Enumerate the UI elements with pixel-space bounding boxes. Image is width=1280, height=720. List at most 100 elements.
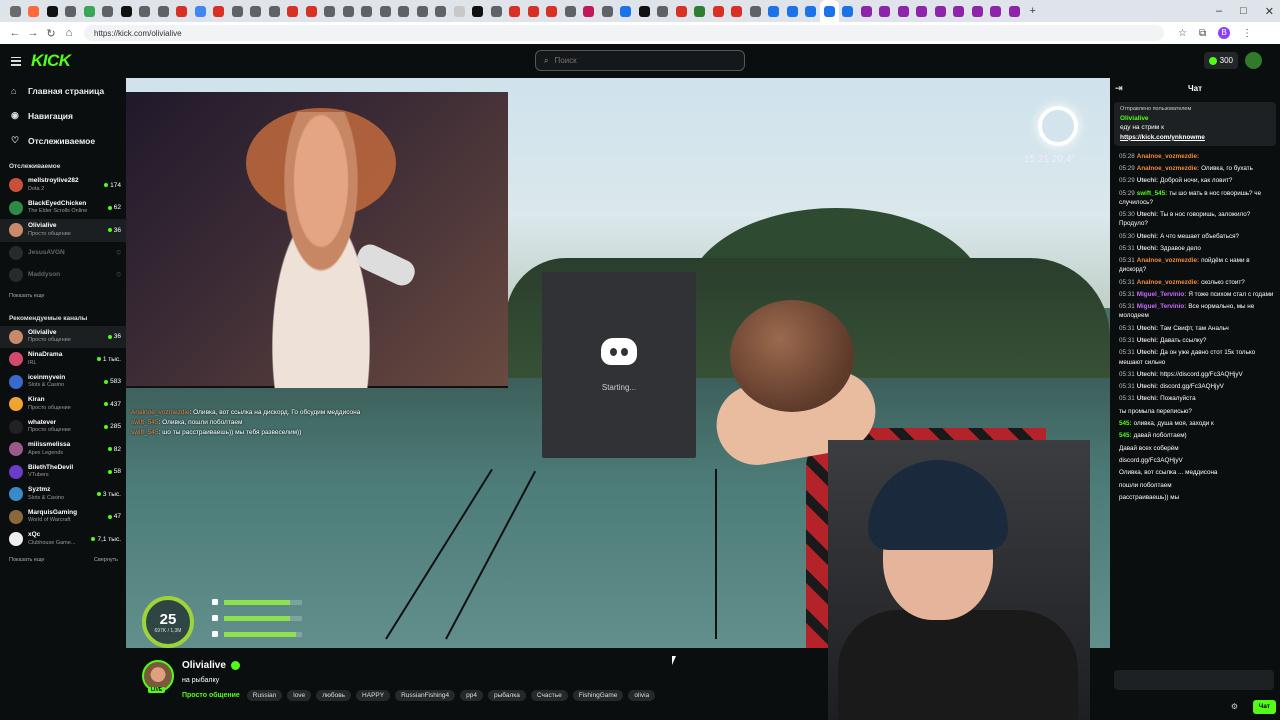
address-bar[interactable]: https://kick.com/olivialive — [84, 25, 1164, 41]
chat-username[interactable]: Utechi: — [1137, 325, 1158, 332]
chat-username[interactable]: swift_545: — [1137, 190, 1167, 197]
maximize-icon[interactable]: □ — [1240, 5, 1247, 17]
chat-username[interactable]: Utechi: — [1137, 233, 1158, 240]
home-browser-icon[interactable]: ⌂ — [60, 27, 78, 39]
browser-tab[interactable] — [894, 0, 913, 22]
channel-item[interactable]: Syztmz Slots & Casino 3 тыс. — [0, 483, 126, 506]
browser-tab[interactable] — [1005, 0, 1024, 22]
browser-tab[interactable] — [413, 0, 432, 22]
stream-tag[interactable]: pp4 — [460, 690, 484, 701]
channel-item[interactable]: Kiran Просто общение 437 — [0, 393, 126, 416]
browser-tab[interactable] — [265, 0, 284, 22]
stream-tag[interactable]: рыбалка — [488, 690, 526, 701]
stream-tag[interactable]: любовь — [316, 690, 352, 701]
browser-tab[interactable] — [432, 0, 451, 22]
browser-tab[interactable] — [80, 0, 99, 22]
channel-item[interactable]: Olivialive Просто общение 36 — [0, 219, 126, 242]
chat-username[interactable]: Utechi: — [1137, 177, 1158, 184]
browser-tab[interactable] — [506, 0, 525, 22]
browser-tab[interactable] — [358, 0, 377, 22]
chat-username[interactable]: Miguel_Tervinio: — [1137, 291, 1187, 298]
sidebar-nav-item[interactable]: ⌂ Главная страница — [0, 78, 126, 103]
chat-settings-icon[interactable]: ⚙ — [1231, 702, 1238, 711]
browser-tab[interactable] — [543, 0, 562, 22]
stream-category[interactable]: Просто общение — [182, 692, 240, 699]
forward-icon[interactable]: → — [24, 27, 42, 39]
channel-item[interactable]: JesusAVGN ⦸ — [0, 242, 126, 265]
stream-tag[interactable]: Счастье — [530, 690, 568, 701]
reload-icon[interactable]: ↻ — [42, 27, 60, 40]
stream-tag[interactable]: FishingGame — [572, 690, 624, 701]
stream-tag[interactable]: HAPPY — [356, 690, 391, 701]
chat-send-button[interactable]: Чат — [1252, 700, 1276, 714]
browser-tab[interactable] — [302, 0, 321, 22]
stream-tag[interactable]: RussianFishing4 — [395, 690, 456, 701]
chat-username[interactable]: Utechi: — [1137, 349, 1158, 356]
chat-username[interactable]: Utechi: — [1137, 395, 1158, 402]
browser-tab[interactable] — [487, 0, 506, 22]
chat-username[interactable]: Utechi: — [1137, 337, 1158, 344]
browser-tab[interactable] — [672, 0, 691, 22]
sidebar-nav-item[interactable]: ◉ Навигация — [0, 103, 126, 128]
browser-tab[interactable] — [654, 0, 673, 22]
browser-tab[interactable] — [746, 0, 765, 22]
browser-tab[interactable] — [154, 0, 173, 22]
browser-tab[interactable] — [524, 0, 543, 22]
browser-tab[interactable] — [25, 0, 44, 22]
browser-tab[interactable] — [598, 0, 617, 22]
browser-tab[interactable] — [561, 0, 580, 22]
browser-tab[interactable] — [376, 0, 395, 22]
browser-tab[interactable] — [228, 0, 247, 22]
browser-tab[interactable] — [950, 0, 969, 22]
browser-tab[interactable] — [247, 0, 266, 22]
browser-tab[interactable] — [820, 0, 839, 22]
channel-item[interactable]: miiissmelissa Apex Legends 82 — [0, 438, 126, 461]
browser-tab[interactable] — [839, 0, 858, 22]
browser-tab[interactable] — [117, 0, 136, 22]
chat-username[interactable]: 545: — [1119, 432, 1132, 439]
browser-tab[interactable] — [321, 0, 340, 22]
stream-tag[interactable]: Russian — [246, 690, 283, 701]
channel-item[interactable]: MarquisGaming World of Warcraft 47 — [0, 506, 126, 529]
chat-username[interactable]: Analnoe_vozmezdie: — [1137, 165, 1199, 172]
chat-username[interactable]: Utechi: — [1137, 211, 1158, 218]
stream-tag[interactable]: love — [287, 690, 312, 701]
channel-item[interactable]: whatever Просто общение 285 — [0, 416, 126, 439]
chat-username[interactable]: Analnoe_vozmezdie: — [1137, 257, 1199, 264]
extensions-icon[interactable]: ⧉ — [1199, 28, 1206, 39]
browser-tab[interactable] — [876, 0, 895, 22]
channel-item[interactable]: NinaDrama IRL 1 тыс. — [0, 348, 126, 371]
channel-item[interactable]: mellstroylive282 Dota 2 174 — [0, 174, 126, 197]
bookmark-star-icon[interactable]: ☆ — [1178, 28, 1187, 39]
browser-tab[interactable] — [987, 0, 1006, 22]
chat-username[interactable]: 545: — [1119, 420, 1132, 427]
chat-username[interactable]: Analnoe_vozmezdie: — [1137, 153, 1199, 160]
browser-tab[interactable] — [635, 0, 654, 22]
coins-badge[interactable]: 300 — [1203, 52, 1238, 69]
chat-username[interactable]: Miguel_Tervinio: — [1137, 303, 1187, 310]
browser-tab[interactable] — [43, 0, 62, 22]
stream-tag[interactable]: olivia — [628, 690, 656, 701]
search-box[interactable]: ⌕ — [535, 50, 745, 71]
close-window-icon[interactable]: ✕ — [1265, 5, 1274, 18]
kick-logo[interactable]: KICK — [31, 51, 71, 71]
search-input[interactable] — [554, 56, 735, 65]
new-tab-button[interactable]: + — [1024, 0, 1043, 22]
channel-item[interactable]: Olivialive Просто общение 36 — [0, 325, 126, 348]
channel-item[interactable]: BlackEyedChicken The Elder Scrolls Online… — [0, 197, 126, 220]
browser-tab[interactable] — [580, 0, 599, 22]
browser-menu-icon[interactable]: ⋮ — [1242, 28, 1252, 39]
chat-username[interactable]: Utechi: — [1137, 245, 1158, 252]
sidebar-nav-item[interactable]: ♡ Отслеживаемое — [0, 128, 126, 153]
browser-tab[interactable] — [968, 0, 987, 22]
browser-tab[interactable] — [783, 0, 802, 22]
collapse-link[interactable]: Свернуть — [94, 557, 118, 563]
browser-tab[interactable] — [173, 0, 192, 22]
browser-tab[interactable] — [802, 0, 821, 22]
profile-avatar[interactable]: B — [1218, 27, 1231, 39]
chat-username[interactable]: Analnoe_vozmezdie: — [1137, 279, 1199, 286]
streamer-name[interactable]: Olivialive — [182, 660, 226, 671]
channel-item[interactable]: Maddyson ⦸ — [0, 264, 126, 287]
browser-tab[interactable] — [62, 0, 81, 22]
channel-item[interactable]: xQc Clubhouse Game... 7,1 тыс. — [0, 528, 126, 551]
